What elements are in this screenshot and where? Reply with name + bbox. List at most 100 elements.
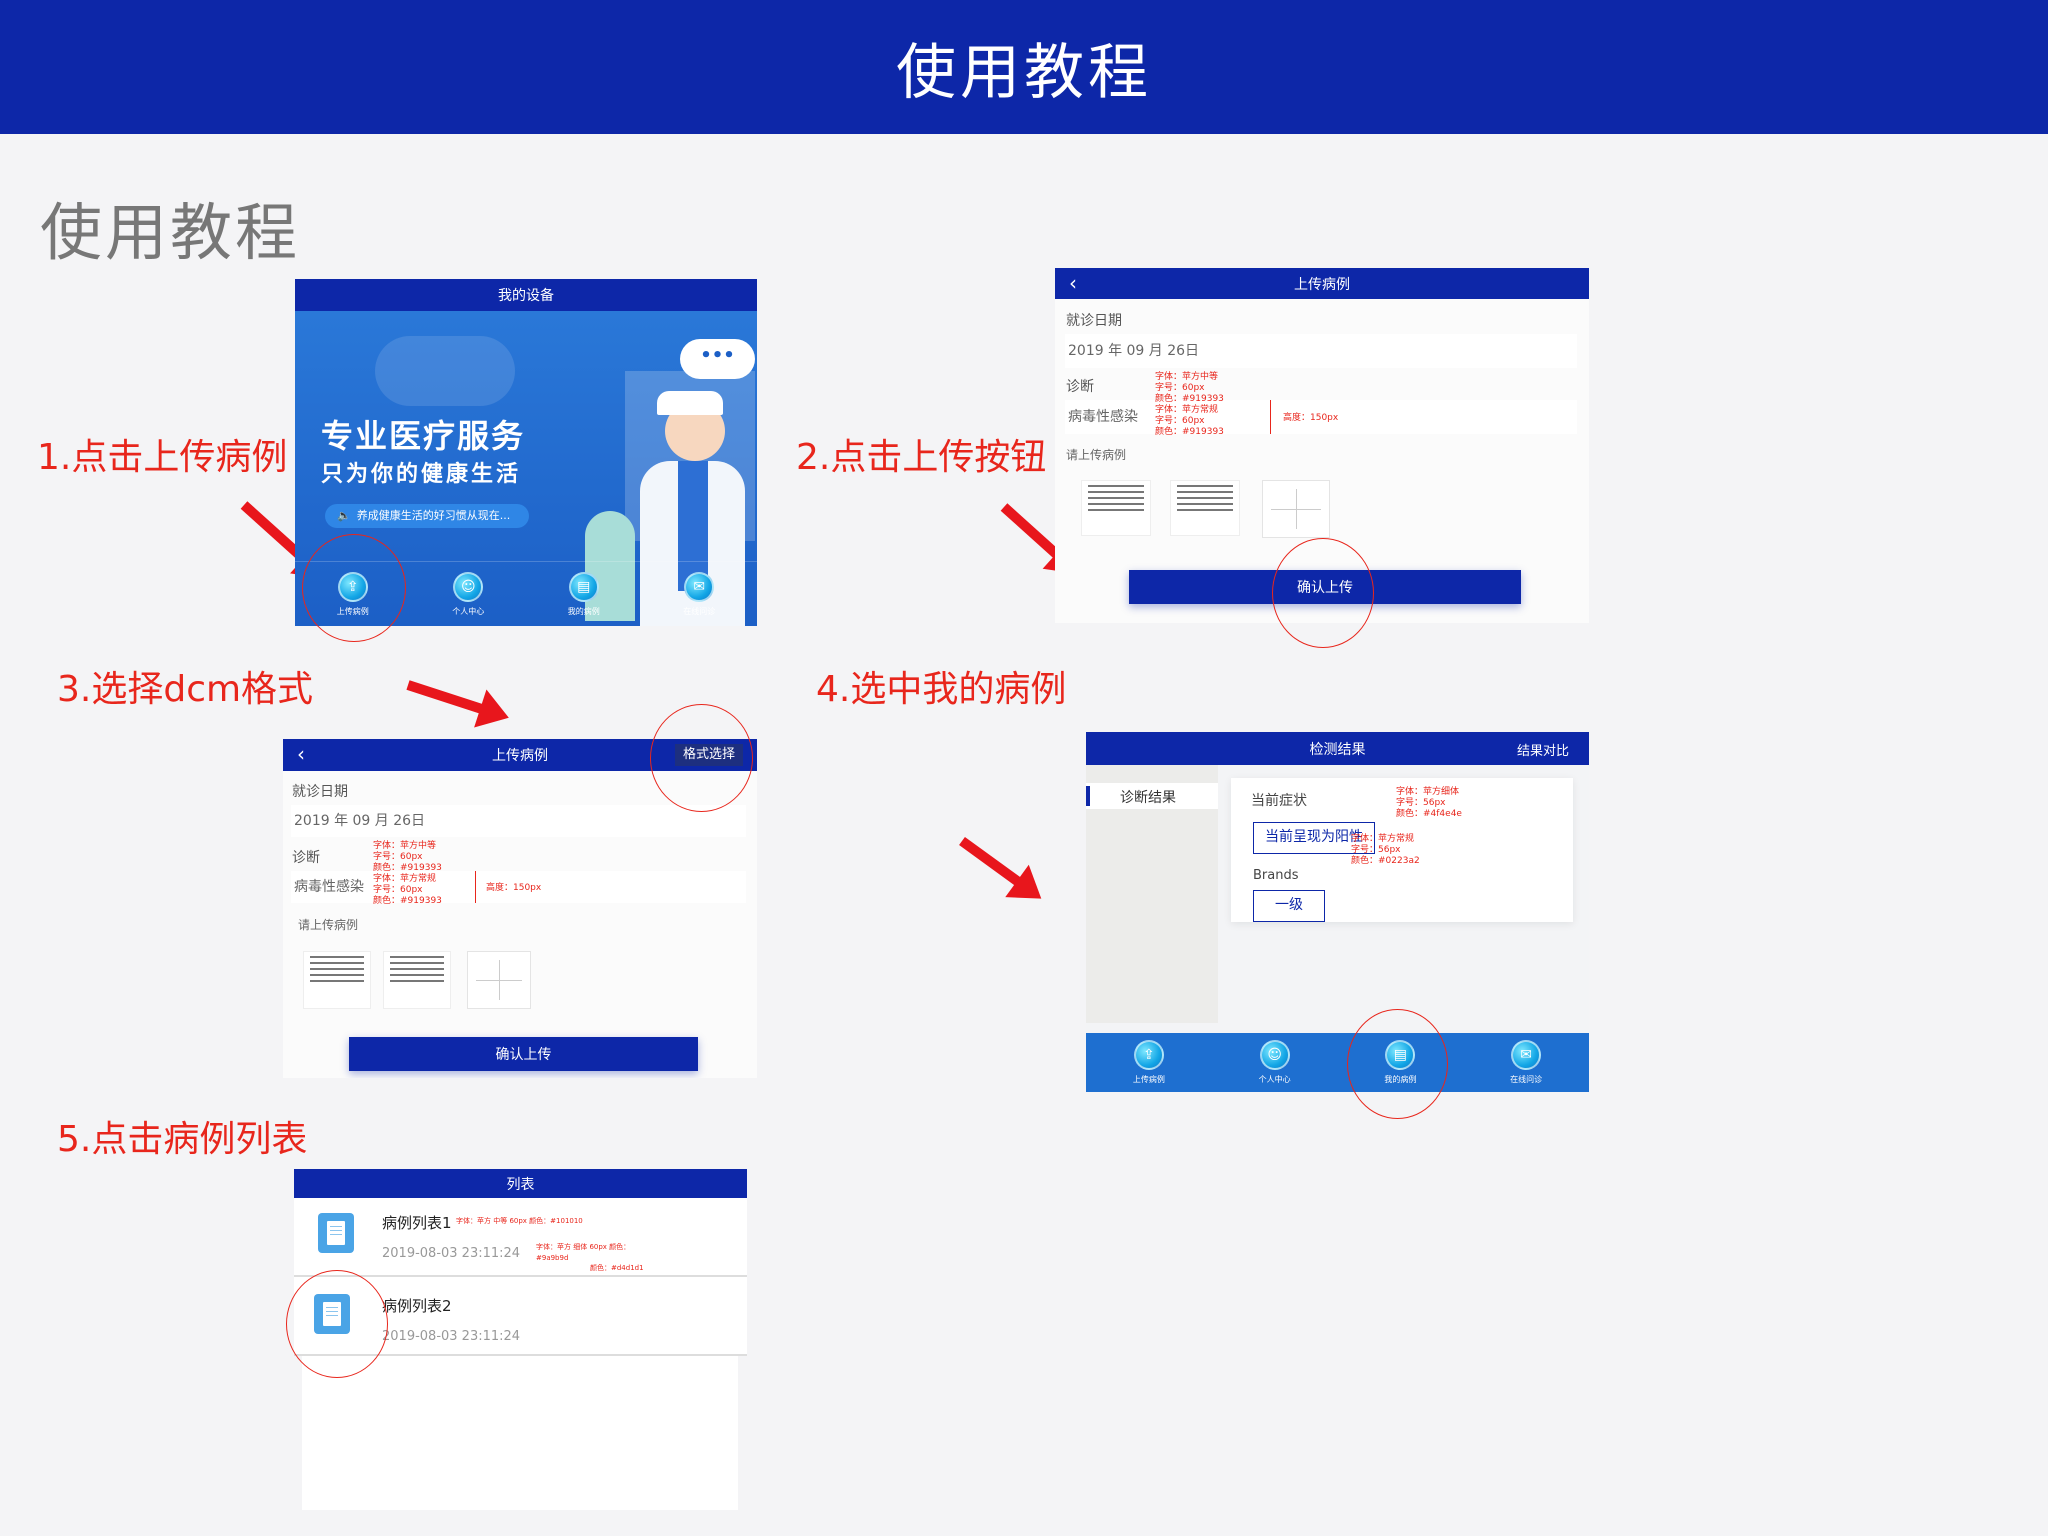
- upload-label: 请上传病例: [1066, 448, 1127, 462]
- tab-online-consult[interactable]: ✉ 在线问诊: [1510, 1040, 1542, 1085]
- add-image-plus-icon[interactable]: [1262, 480, 1330, 538]
- nav-title: 列表: [506, 1176, 535, 1193]
- slogan-main: 专业医疗服务: [321, 417, 526, 455]
- tab-personal-center[interactable]: ☺ 个人中心: [1259, 1040, 1291, 1085]
- tab-label: 上传病例: [1132, 1075, 1165, 1084]
- highlight-circle-step2: [1272, 538, 1374, 648]
- note-line: 字号：60px: [1155, 383, 1205, 393]
- visit-date-field[interactable]: 2019 年 09 月 26日: [1065, 334, 1577, 368]
- nav-bar: ‹ 上传病例: [1055, 268, 1589, 299]
- annotation-divider: [475, 871, 476, 903]
- upload-label: 请上传病例: [298, 918, 359, 932]
- annotation-time-font: 字体：苹方 细体 60px 颜色：#9a9b9d: [536, 1243, 631, 1262]
- list-item-title: 病例列表1: [382, 1214, 452, 1232]
- document-icon: [318, 1213, 354, 1253]
- note-line: 颜色：#4f4e4e: [1396, 809, 1462, 819]
- case-thumbnail[interactable]: [303, 951, 371, 1009]
- annotation-font-1: 字体：苹方中等 字号：60px 颜色：#919393 字体：苹方常规 字号：60px 颜…: [373, 841, 442, 907]
- note-line: 颜色：#0223a2: [1351, 856, 1420, 866]
- user-icon: ☺: [453, 571, 484, 602]
- nav-bar: 检测结果 结果对比: [1086, 732, 1589, 765]
- step-3-label: 3.选择dcm格式: [57, 669, 314, 710]
- tab-online-consult[interactable]: ✉ 在线问诊: [683, 571, 716, 617]
- note-line: 字体：苹方中等: [373, 841, 437, 851]
- brands-value-tag[interactable]: 一级: [1253, 890, 1325, 922]
- active-indicator: [1086, 786, 1090, 806]
- case-thumbnail[interactable]: [1081, 480, 1151, 536]
- tab-label: 在线问诊: [683, 606, 716, 616]
- sidebar-item-label: 诊断结果: [1120, 790, 1176, 806]
- diagnosis-value: 病毒性感染: [1068, 409, 1138, 425]
- note-line: 字号：60px: [373, 852, 423, 862]
- compare-results-button[interactable]: 结果对比: [1517, 740, 1569, 759]
- note-line: 字号：60px: [373, 885, 423, 895]
- chat-icon: ✉: [684, 571, 715, 602]
- note-line: 字号：56px: [1351, 845, 1401, 855]
- list-empty-area: [302, 1350, 738, 1510]
- page-title: 使用教程: [40, 196, 301, 269]
- arrow-step3: [406, 680, 490, 716]
- nav-title: 我的设备: [498, 288, 554, 304]
- sidebar-item-diagnosis[interactable]: 诊断结果: [1086, 783, 1218, 809]
- nav-bar: 我的设备: [295, 279, 757, 311]
- diagnosis-label: 诊断: [292, 850, 320, 866]
- tab-upload-case[interactable]: ⇪ 上传病例: [1133, 1040, 1165, 1085]
- highlight-circle-step5: [286, 1270, 388, 1378]
- diagnosis-label: 诊断: [1066, 379, 1094, 395]
- chat-icon: ✉: [1511, 1040, 1542, 1070]
- note-line: 颜色：#919393: [373, 896, 442, 906]
- clipboard-icon: ▤: [568, 571, 599, 602]
- annotation-height: 高度：150px: [486, 883, 542, 893]
- speaker-icon: 🔈: [337, 509, 351, 522]
- annotation-height: 高度：150px: [1283, 413, 1339, 423]
- notice-bar[interactable]: 🔈 养成健康生活的好习惯从现在...: [325, 504, 529, 528]
- back-chevron-icon[interactable]: ‹: [297, 742, 305, 766]
- step-4-label: 4.选中我的病例: [816, 669, 1067, 710]
- tab-personal-center[interactable]: ☺ 个人中心: [452, 571, 485, 617]
- note-line: 颜色：#919393: [1155, 427, 1224, 437]
- tab-my-cases[interactable]: ▤ 我的病例: [567, 571, 600, 617]
- tab-label: 我的病例: [567, 606, 600, 616]
- visit-date-label: 就诊日期: [292, 784, 348, 800]
- highlight-circle-step4: [1347, 1009, 1448, 1119]
- case-thumbnail[interactable]: [383, 951, 451, 1009]
- visit-date-label: 就诊日期: [1066, 313, 1122, 329]
- back-chevron-icon[interactable]: ‹: [1069, 270, 1077, 294]
- confirm-upload-button[interactable]: 确认上传: [349, 1037, 698, 1071]
- visit-date-field[interactable]: 2019 年 09 月 26日: [291, 805, 746, 837]
- note-line: 字体：苹方常规: [1155, 405, 1219, 415]
- note-line: 字体：苹方常规: [373, 874, 437, 884]
- note-line: 字号：56px: [1396, 798, 1446, 808]
- list-item[interactable]: 病例列表1 2019-08-03 23:11:24 字体：苹方 中等 60px …: [294, 1198, 747, 1277]
- tab-label: 在线问诊: [1510, 1075, 1543, 1084]
- tab-bar: ⇪ 上传病例 ☺ 个人中心 ▤ 我的病例 ✉ 在线问诊: [1086, 1033, 1589, 1092]
- annotation-font-1: 字体：苹方中等 字号：60px 颜色：#919393 字体：苹方常规 字号：60px 颜…: [1155, 372, 1224, 438]
- case-thumbnail[interactable]: [1170, 480, 1240, 536]
- tab-label: 个人中心: [1258, 1075, 1291, 1084]
- step-1-label: 1.点击上传病例: [37, 437, 288, 478]
- nav-title: 检测结果: [1309, 741, 1366, 758]
- note-line: 字号：60px: [1155, 416, 1205, 426]
- annotation-font-2: 字体：苹方常规 字号：56px 颜色：#0223a2: [1351, 834, 1420, 867]
- upload-icon: ⇪: [1133, 1040, 1164, 1070]
- note-line: 颜色：#919393: [1155, 394, 1224, 404]
- annotation-divider-color: 颜色：#d4d1d1: [590, 1264, 644, 1272]
- note-line: 颜色：#919393: [373, 863, 442, 873]
- arrow-step4: [959, 836, 1027, 890]
- doctor-cap: [657, 391, 723, 415]
- note-line: 字体：苹方常规: [1351, 834, 1415, 844]
- annotation-title-font: 字体：苹方 中等 60px 颜色：#101010: [456, 1217, 583, 1225]
- nav-title: 上传病例: [1294, 276, 1350, 293]
- highlight-circle-step3: [650, 704, 753, 812]
- list-item-time: 2019-08-03 23:11:24: [382, 1329, 521, 1344]
- list-item-title: 病例列表2: [382, 1297, 452, 1315]
- result-card: 当前症状 当前呈现为阳性 Brands 一级 字体：苹方细体 字号：56px 颜色：…: [1231, 778, 1573, 922]
- symptom-label: 当前症状: [1251, 793, 1307, 809]
- annotation-font-1: 字体：苹方细体 字号：56px 颜色：#4f4e4e: [1396, 787, 1462, 820]
- user-icon: ☺: [1259, 1040, 1290, 1070]
- step-5-label: 5.点击病例列表: [57, 1119, 308, 1160]
- tab-label: 个人中心: [452, 606, 485, 616]
- add-image-plus-icon[interactable]: [467, 951, 531, 1009]
- sidebar: 诊断结果: [1086, 765, 1218, 1023]
- screen-results: 检测结果 结果对比 诊断结果 当前症状 当前呈现为阳性 Brands 一级 字体…: [1086, 732, 1589, 1092]
